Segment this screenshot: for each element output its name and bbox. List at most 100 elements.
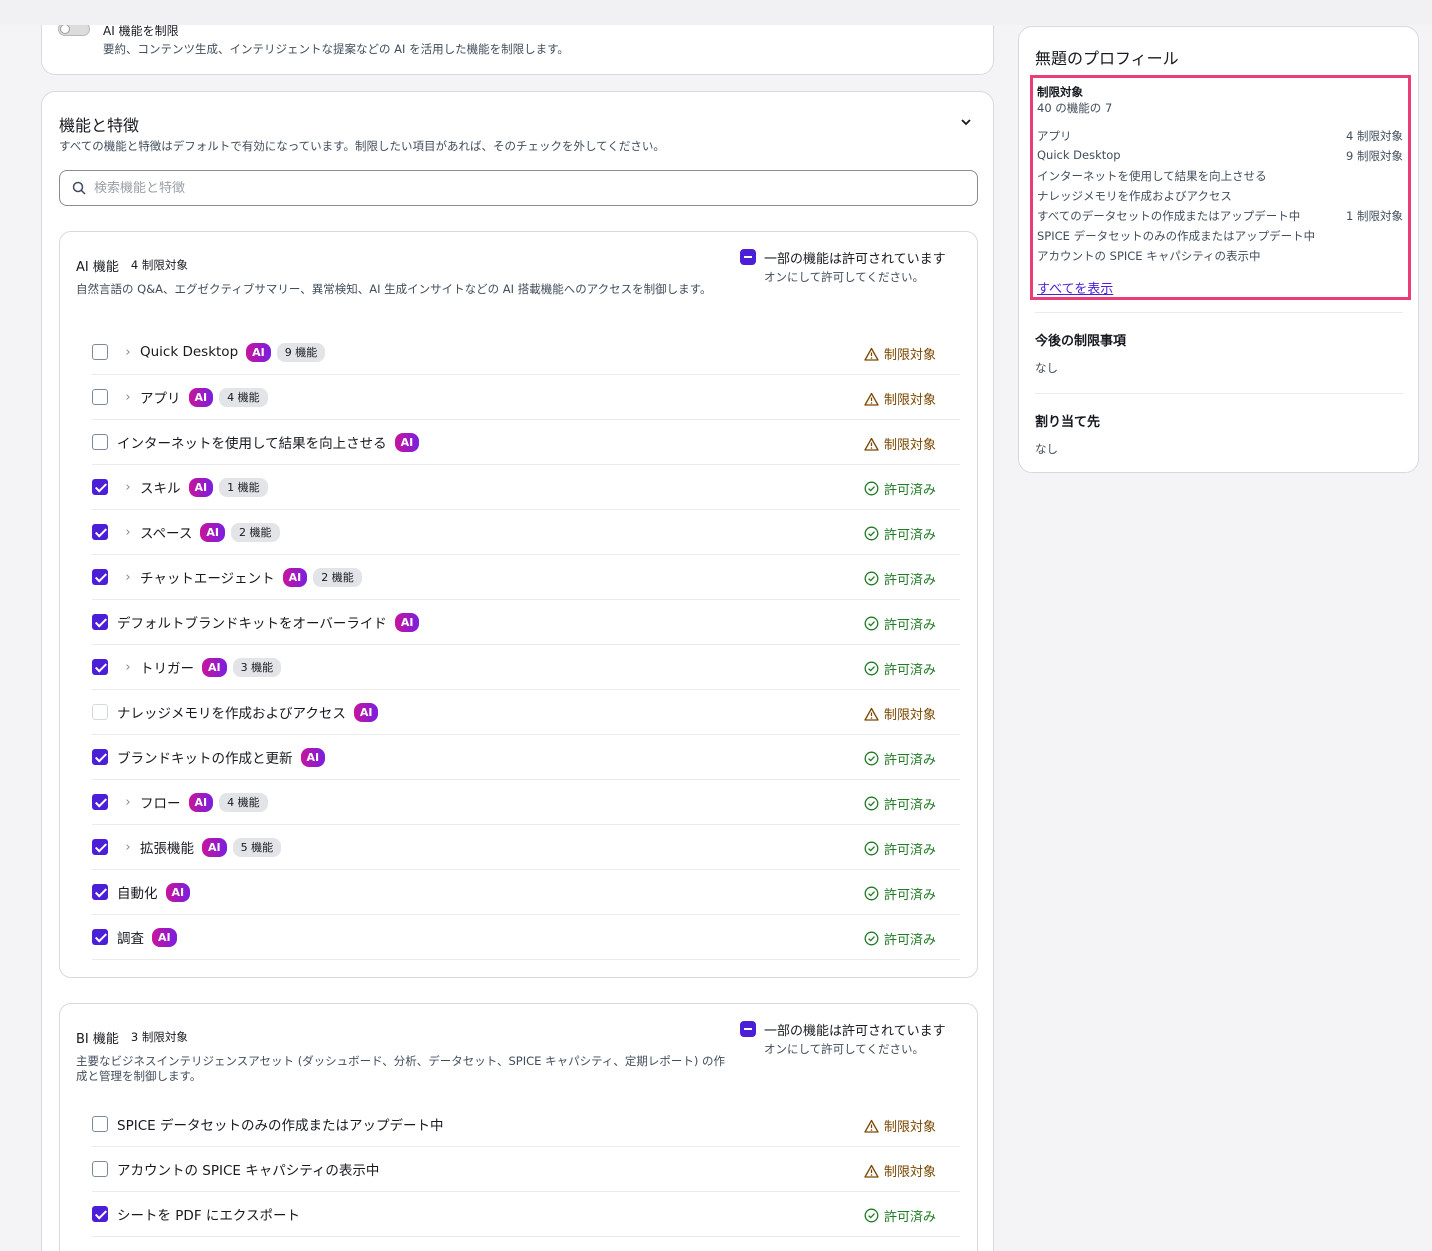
feature-label: ブランドキットの作成と更新: [117, 751, 293, 767]
restricted-item-label: SPICE データセットのみの作成またはアップデート中: [1037, 229, 1316, 243]
feature-checkbox[interactable]: [92, 659, 108, 675]
status-text: 制限対象: [883, 348, 936, 363]
status-text: 許可済み: [883, 618, 936, 633]
restricted-item: SPICE データセットのみの作成またはアップデート中: [1037, 228, 1403, 244]
warning-icon: [864, 1164, 879, 1178]
status-text: 許可済み: [883, 933, 936, 948]
search-input[interactable]: [94, 180, 954, 196]
feature-row: › アプリ AI 4 機能 制限対象: [92, 375, 960, 420]
assigned-to-value: なし: [1035, 442, 1058, 456]
status-text: 制限対象: [883, 393, 936, 408]
restricted-item: アプリ 4 制限対象: [1037, 128, 1403, 144]
status-text: 制限対象: [883, 1120, 936, 1135]
feature-row: › チャットエージェント AI 2 機能 許可済み: [92, 555, 960, 600]
expand-chevron-icon[interactable]: ›: [116, 345, 140, 360]
feature-checkbox[interactable]: [92, 389, 108, 405]
bi-partial-sub: オンにして許可してください。: [764, 1042, 924, 1056]
feature-checkbox[interactable]: [92, 929, 108, 945]
expand-chevron-icon[interactable]: ›: [116, 480, 140, 495]
status-text: 許可済み: [883, 843, 936, 858]
feature-checkbox[interactable]: [92, 704, 108, 720]
check-circle-icon: [864, 886, 879, 901]
feature-label: アカウントの SPICE キャパシティの表示中: [117, 1163, 380, 1179]
expand-chevron-icon[interactable]: ›: [116, 525, 140, 540]
indeterminate-checkbox-icon[interactable]: [740, 249, 756, 265]
ai-badge: AI: [200, 522, 225, 542]
restricted-item: すべてのデータセットの作成またはアップデート中 1 制限対象: [1037, 208, 1403, 224]
restricted-item-value: 9 制限対象: [1346, 149, 1403, 163]
feature-row: › フロー AI 4 機能 許可済み: [92, 780, 960, 825]
ai-section-name: AI 機能: [76, 260, 119, 275]
feature-row: › スペース AI 2 機能 許可済み: [92, 510, 960, 555]
feature-checkbox[interactable]: [92, 1116, 108, 1132]
feature-count-badge: 2 機能: [313, 567, 362, 587]
feature-row: シートを PDF にエクスポート 許可済み: [92, 1192, 960, 1237]
check-circle-icon: [864, 841, 879, 856]
restricted-item-label: インターネットを使用して結果を向上させる: [1037, 169, 1267, 183]
ai-section-title: AI 機能 4 制限対象: [76, 256, 188, 275]
feature-label: デフォルトブランドキットをオーバーライド: [117, 616, 387, 632]
status-text: 制限対象: [883, 708, 936, 723]
feature-label: チャットエージェント: [140, 571, 275, 587]
future-restrictions-title: 今後の制限事項: [1035, 334, 1127, 349]
ai-badge: AI: [300, 747, 326, 767]
feature-checkbox[interactable]: [92, 1206, 108, 1222]
status-badge: 許可済み: [864, 479, 936, 498]
status-badge: 許可済み: [864, 749, 936, 768]
show-all-link[interactable]: すべてを表示: [1037, 278, 1113, 297]
status-badge: 許可済み: [864, 884, 936, 903]
profile-sidebar: 無題のプロフィール 制限対象 40 の機能の 7 アプリ 4 制限対象 Quick…: [1018, 26, 1419, 473]
feature-checkbox[interactable]: [92, 884, 108, 900]
ai-badge: AI: [202, 657, 227, 677]
feature-count-badge: 4 機能: [219, 387, 268, 407]
feature-checkbox[interactable]: [92, 794, 108, 810]
check-circle-icon: [864, 931, 879, 946]
check-circle-icon: [864, 481, 879, 496]
features-card: 機能と特徴 すべての機能と特徴はデフォルトで有効になっています。制限したい項目が…: [41, 91, 994, 1251]
search-field[interactable]: [59, 170, 978, 206]
feature-label: 自動化: [117, 886, 158, 902]
expand-chevron-icon[interactable]: ›: [116, 570, 140, 585]
feature-checkbox[interactable]: [92, 839, 108, 855]
feature-row: アカウントの SPICE キャパシティの表示中 制限対象: [92, 1147, 960, 1192]
ai-badge: AI: [394, 432, 420, 452]
ai-section-count: 4 制限対象: [130, 258, 188, 272]
feature-checkbox[interactable]: [92, 524, 108, 540]
warning-icon: [864, 392, 879, 406]
ai-partial-toggle[interactable]: 一部の機能は許可されています オンにして許可してください。: [740, 248, 946, 285]
feature-checkbox[interactable]: [92, 614, 108, 630]
ai-badge: AI: [188, 477, 214, 497]
check-circle-icon: [864, 751, 879, 766]
feature-checkbox[interactable]: [92, 749, 108, 765]
feature-row: 調査 AI 許可済み: [92, 915, 960, 960]
feature-label: トリガー: [140, 661, 194, 677]
bi-partial-toggle[interactable]: 一部の機能は許可されています オンにして許可してください。: [740, 1020, 946, 1057]
restricted-item-value: 1 制限対象: [1346, 209, 1403, 223]
ai-badge: AI: [282, 567, 308, 587]
ai-badge: AI: [246, 342, 271, 362]
status-badge: 許可済み: [864, 794, 936, 813]
status-badge: 許可済み: [864, 839, 936, 858]
expand-chevron-icon[interactable]: ›: [116, 795, 140, 810]
expand-chevron-icon[interactable]: ›: [116, 390, 140, 405]
indeterminate-checkbox-icon[interactable]: [740, 1021, 756, 1037]
feature-checkbox[interactable]: [92, 344, 108, 360]
status-text: 許可済み: [883, 663, 936, 678]
expand-chevron-icon[interactable]: ›: [116, 660, 140, 675]
bi-section-title: BI 機能 3 制限対象: [76, 1028, 188, 1047]
feature-count-badge: 3 機能: [232, 657, 282, 677]
feature-checkbox[interactable]: [92, 479, 108, 495]
feature-row: インターネットを使用して結果を向上させる AI 制限対象: [92, 420, 960, 465]
divider: [1035, 393, 1403, 394]
feature-checkbox[interactable]: [92, 1161, 108, 1177]
ai-badge: AI: [394, 612, 420, 632]
feature-checkbox[interactable]: [92, 569, 108, 585]
collapse-chevron-icon[interactable]: [959, 114, 973, 128]
feature-checkbox[interactable]: [92, 434, 108, 450]
feature-row: › トリガー AI 3 機能 許可済み: [92, 645, 960, 690]
feature-row: 自動化 AI 許可済み: [92, 870, 960, 915]
ai-restrict-desc: 要約、コンテンツ生成、インテリジェントな提案などの AI を活用した機能を制限し…: [103, 42, 569, 56]
feature-count-badge: 9 機能: [276, 342, 326, 362]
expand-chevron-icon[interactable]: ›: [116, 840, 140, 855]
check-circle-icon: [864, 796, 879, 811]
